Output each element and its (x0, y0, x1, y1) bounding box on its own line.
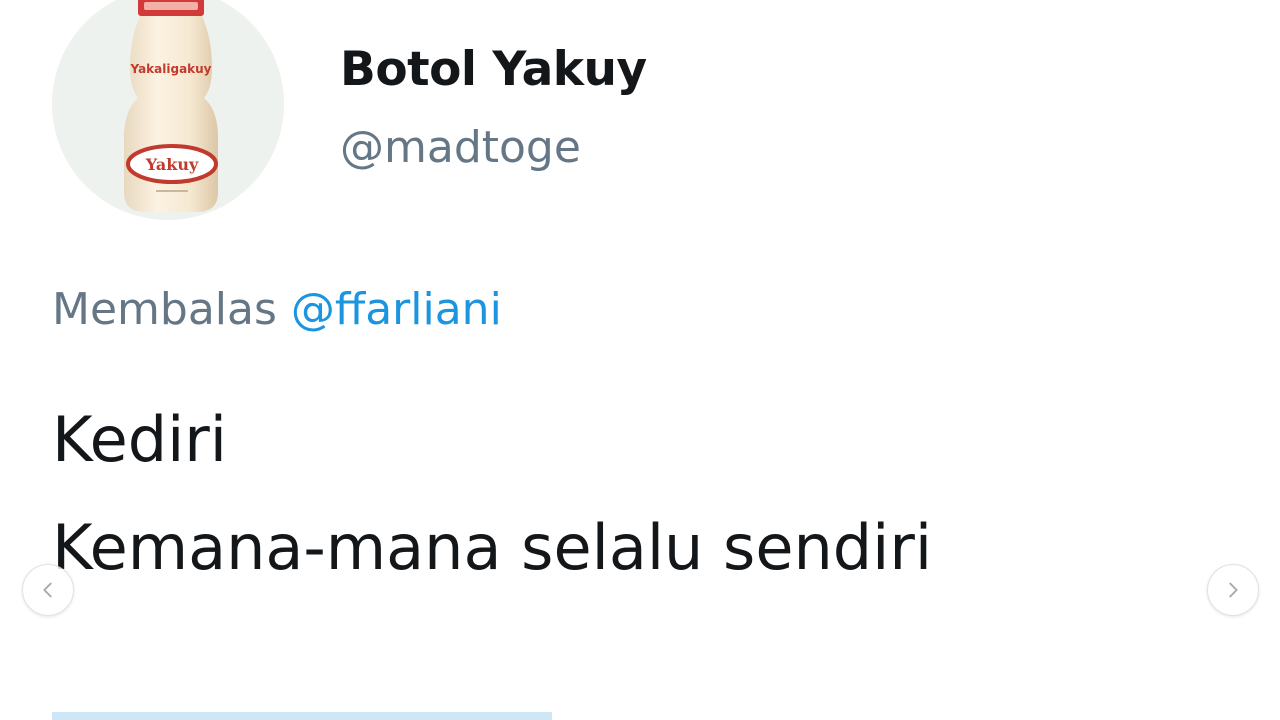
cutoff-link-row (52, 702, 552, 720)
reply-context: Membalas @ffarliani (52, 284, 502, 335)
chevron-right-icon (1229, 582, 1238, 598)
bottle-top-label: Yakaligakuy (129, 62, 211, 76)
carousel-next-button[interactable] (1207, 564, 1259, 616)
tweet-line-2: Kemana-mana selalu sendiri (52, 511, 933, 584)
chevron-left-icon (43, 582, 52, 598)
yakult-bottle-image: Yakaligakuy Yakuy (52, 0, 284, 220)
reply-mention-link[interactable]: @ffarliani (291, 284, 502, 335)
tweet-text: Kediri Kemana-mana selalu sendiri (52, 386, 932, 602)
avatar[interactable]: Yakaligakuy Yakuy (52, 0, 284, 220)
tweet-screenshot: Yakaligakuy Yakuy Botol Yakuy @madtoge M… (0, 0, 1280, 720)
display-name[interactable]: Botol Yakuy (340, 42, 647, 97)
reply-prefix: Membalas (52, 284, 277, 335)
bottle-logo-label: Yakuy (145, 155, 199, 174)
carousel-prev-button[interactable] (22, 564, 74, 616)
tweet-line-1: Kediri (52, 403, 228, 476)
username-handle[interactable]: @madtoge (340, 122, 581, 173)
cutoff-text-fragment (52, 702, 552, 720)
